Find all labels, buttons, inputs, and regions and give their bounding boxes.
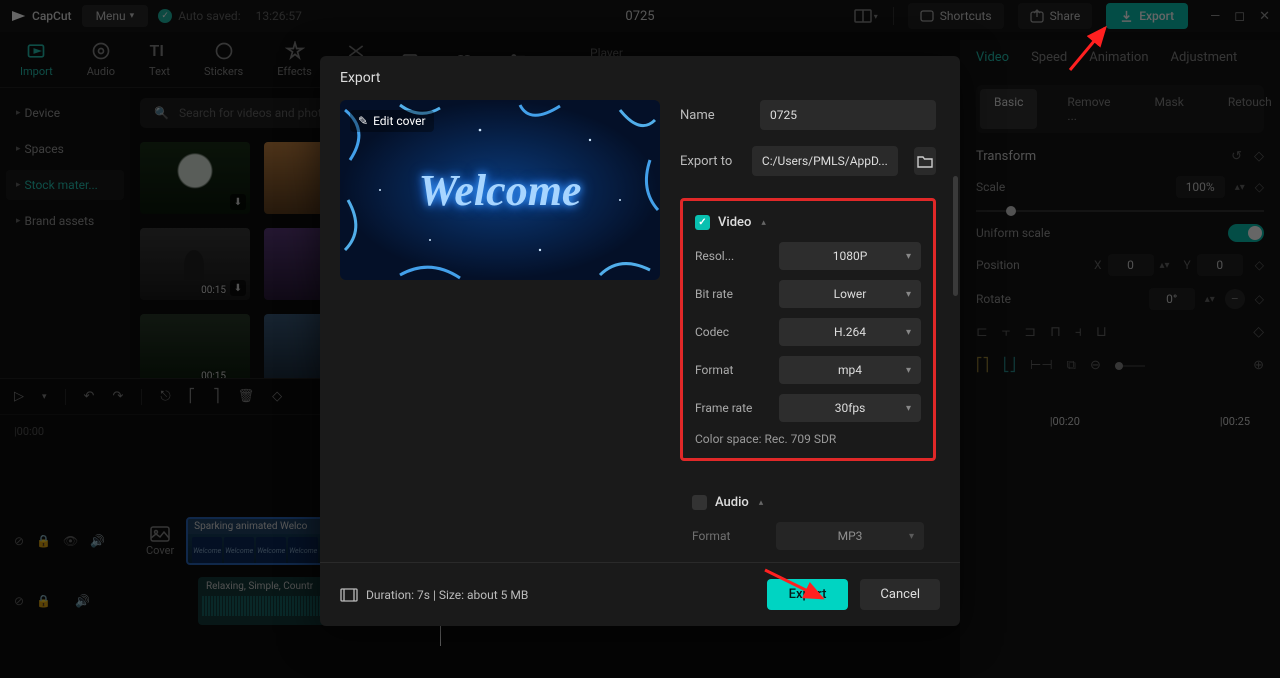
bitrate-label: Bit rate	[695, 287, 767, 301]
format-dropdown[interactable]: mp4	[779, 356, 921, 384]
export-dialog: Export ✎ Edit cov	[320, 56, 960, 626]
resolution-dropdown[interactable]: 1080P	[779, 242, 921, 270]
ruler-mark: |00:20	[1050, 415, 1080, 428]
colorspace-text: Color space: Rec. 709 SDR	[695, 432, 921, 446]
framerate-dropdown[interactable]: 30fps	[779, 394, 921, 422]
framerate-label: Frame rate	[695, 401, 767, 415]
exportto-label: Export to	[680, 154, 742, 169]
name-input[interactable]	[760, 100, 936, 130]
cancel-button[interactable]: Cancel	[860, 579, 940, 610]
duration-info: Duration: 7s | Size: about 5 MB	[340, 588, 528, 602]
export-confirm-button[interactable]: Export	[767, 579, 849, 610]
dialog-title: Export	[320, 56, 960, 100]
resolution-label: Resol...	[695, 249, 767, 263]
video-heading: Video	[718, 215, 751, 230]
codec-dropdown[interactable]: H.264	[779, 318, 921, 346]
collapse-icon[interactable]: ▴	[761, 218, 766, 228]
codec-label: Codec	[695, 325, 767, 339]
pencil-icon: ✎	[358, 114, 368, 128]
ruler-mark: |00:25	[1220, 415, 1250, 428]
edit-cover-button[interactable]: ✎ Edit cover	[350, 110, 434, 132]
bitrate-dropdown[interactable]: Lower	[779, 280, 921, 308]
audio-format-dropdown[interactable]: MP3	[776, 522, 924, 550]
name-label: Name	[680, 108, 750, 123]
exportto-path[interactable]: C:/Users/PMLS/AppD...	[752, 146, 898, 176]
cover-preview: ✎ Edit cover Welcome	[340, 100, 660, 280]
collapse-icon[interactable]: ▴	[759, 498, 764, 508]
browse-folder-button[interactable]	[914, 147, 936, 175]
video-section-highlight: ✓ Video ▴ Resol... 1080P Bit rate Lower …	[680, 198, 936, 461]
audio-format-label: Format	[692, 529, 764, 543]
audio-heading: Audio	[715, 495, 749, 510]
video-checkbox[interactable]: ✓	[695, 215, 710, 230]
audio-checkbox[interactable]	[692, 495, 707, 510]
format-label: Format	[695, 363, 767, 377]
